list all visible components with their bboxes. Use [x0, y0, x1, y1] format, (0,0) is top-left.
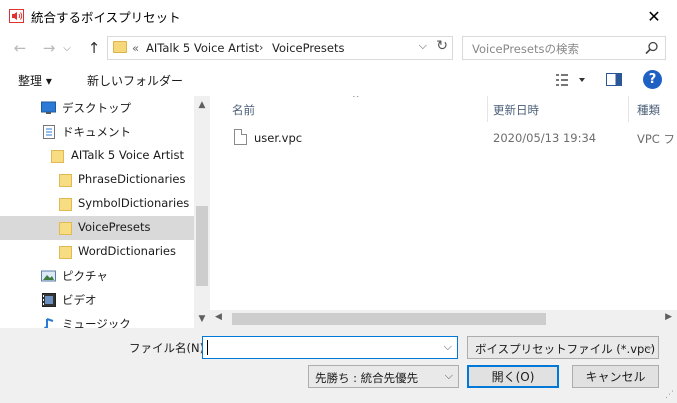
filename-label: ファイル名(N): [129, 341, 208, 355]
search-placeholder: VoicePresetsの検索 [472, 42, 579, 56]
new-folder-button[interactable]: 新しいフォルダー [87, 72, 183, 89]
documents-icon [43, 125, 55, 139]
dialog-footer: ファイル名(N): ⌵ ボイスプリセットファイル (*.vpc) ⌵ 先勝ち :… [0, 328, 677, 403]
scrollbar-thumb[interactable] [196, 206, 208, 286]
help-icon[interactable]: ? [643, 70, 662, 89]
organize-button[interactable]: 整理 ▾ [18, 72, 52, 89]
file-list-pane[interactable]: ^ 名前 更新日時 種類 user.vpc 2020/05/13 19:34 V… [210, 96, 677, 328]
address-dropdown-icon[interactable]: ⌵ [419, 39, 427, 53]
file-icon [234, 129, 247, 145]
folder-icon [59, 246, 72, 259]
merge-priority-value: 先勝ち : 統合先優先 [315, 371, 419, 385]
breadcrumb-item-voicepresets[interactable]: VoicePresets [272, 41, 344, 55]
file-type: VPC ファ [637, 132, 677, 146]
nav-item-label: ドキュメント [62, 125, 131, 139]
chevron-down-icon: ⌵ [444, 369, 453, 382]
file-row[interactable]: user.vpc 2020/05/13 19:34 VPC ファ [210, 126, 677, 150]
address-bar-row: ← → ⌵ ↑ « AITalk 5 Voice Artist › VoiceP… [0, 32, 677, 64]
music-icon [44, 318, 54, 328]
chevron-down-icon[interactable]: ⌵ [444, 340, 452, 354]
scroll-left-icon[interactable]: ◀ [215, 312, 222, 322]
refresh-icon[interactable]: ↻ [436, 38, 448, 54]
search-input[interactable]: VoicePresetsの検索 [462, 36, 666, 60]
file-name: user.vpc [254, 131, 303, 145]
nav-item-label: PhraseDictionaries [78, 172, 186, 186]
desktop-icon [41, 101, 56, 114]
open-button[interactable]: 開く(O) [467, 365, 559, 388]
up-button[interactable]: ↑ [83, 39, 105, 57]
column-header-label: 更新日時 [493, 103, 539, 117]
scroll-right-icon[interactable]: ▶ [665, 312, 672, 322]
close-button[interactable]: ✕ [631, 0, 677, 32]
column-header-type[interactable]: 種類 [629, 96, 677, 122]
preview-pane-icon[interactable] [606, 73, 622, 86]
file-type-filter-select[interactable]: ボイスプリセットファイル (*.vpc) ⌵ [467, 336, 659, 359]
nav-item-label: デスクトップ [62, 101, 131, 115]
address-box[interactable]: « AITalk 5 Voice Artist › VoicePresets ⌵… [107, 36, 453, 60]
text-caret [207, 340, 208, 355]
nav-item-pictures[interactable]: ピクチャ [0, 264, 194, 288]
window-title: 統合するボイスプリセット [31, 10, 181, 25]
speaker-app-icon [9, 9, 24, 23]
resize-grip-icon[interactable]: ⋰ [665, 390, 674, 400]
nav-item-phrase-dictionaries[interactable]: PhraseDictionaries [0, 168, 194, 192]
view-options-icon[interactable] [555, 72, 587, 88]
breadcrumb-separator-icon[interactable]: › [259, 41, 263, 54]
filename-input[interactable]: ⌵ [202, 336, 458, 359]
file-modified-date: 2020/05/13 19:34 [493, 131, 597, 145]
nav-item-label: ピクチャ [62, 269, 108, 283]
scroll-up-icon[interactable]: ▲ [194, 100, 210, 110]
nav-item-documents[interactable]: ドキュメント [0, 120, 194, 144]
navigation-scrollbar[interactable]: ▲ ▼ [194, 96, 210, 328]
title-bar: 統合するボイスプリセット ✕ [0, 0, 677, 32]
nav-item-label: ミュージック [62, 317, 131, 328]
command-toolbar: 整理 ▾ 新しいフォルダー ? [0, 64, 677, 96]
back-arrow-icon: ← [13, 39, 27, 57]
column-header-label: 名前 [232, 103, 255, 117]
nav-item-label: AITalk 5 Voice Artist [71, 148, 184, 162]
nav-item-label: ビデオ [62, 293, 97, 307]
close-icon: ✕ [647, 6, 661, 26]
column-header-label: 種類 [637, 103, 660, 117]
nav-item-music[interactable]: ミュージック [0, 312, 194, 328]
nav-item-label: VoicePresets [78, 220, 151, 234]
column-header-name[interactable]: 名前 [210, 96, 487, 122]
nav-item-desktop[interactable]: デスクトップ [0, 96, 194, 120]
folder-icon [113, 41, 127, 53]
chevron-down-icon: ⌵ [644, 340, 653, 353]
folder-icon [51, 150, 64, 163]
breadcrumb-overflow[interactable]: « [132, 41, 139, 55]
chevron-down-icon: ⌵ [63, 42, 71, 54]
scroll-down-icon[interactable]: ▼ [194, 314, 210, 324]
file-list-horizontal-scrollbar[interactable]: ◀ ▶ [210, 310, 677, 328]
nav-item-label: WordDictionaries [78, 244, 176, 258]
recent-locations-button[interactable]: ⌵ [60, 39, 74, 57]
videos-icon [42, 293, 56, 307]
cancel-button[interactable]: キャンセル [572, 365, 659, 388]
folder-icon [59, 222, 72, 235]
folder-icon [59, 198, 72, 211]
nav-item-symbol-dictionaries[interactable]: SymbolDictionaries [0, 192, 194, 216]
up-arrow-icon: ↑ [87, 39, 101, 57]
nav-item-videos[interactable]: ビデオ [0, 288, 194, 312]
nav-item-label: SymbolDictionaries [78, 196, 190, 210]
nav-item-aitalk-folder[interactable]: AITalk 5 Voice Artist [0, 144, 194, 168]
folder-icon [59, 174, 72, 187]
forward-button[interactable]: → [38, 39, 60, 57]
nav-item-word-dictionaries[interactable]: WordDictionaries [0, 240, 194, 264]
back-button[interactable]: ← [9, 39, 31, 57]
file-type-filter-value: ボイスプリセットファイル (*.vpc) [475, 342, 656, 356]
pictures-icon [41, 270, 56, 282]
nav-item-voice-presets[interactable]: VoicePresets [0, 216, 194, 240]
navigation-pane[interactable]: デスクトップ ドキュメント AITalk 5 Voice Artist Phra… [0, 96, 210, 328]
forward-arrow-icon: → [42, 39, 56, 57]
breadcrumb-item-aitalk[interactable]: AITalk 5 Voice Artist [146, 41, 259, 55]
scrollbar-thumb[interactable] [232, 313, 546, 325]
merge-priority-select[interactable]: 先勝ち : 統合先優先 ⌵ [308, 365, 459, 388]
search-icon[interactable] [645, 41, 659, 55]
column-header-date[interactable]: 更新日時 [488, 96, 628, 122]
